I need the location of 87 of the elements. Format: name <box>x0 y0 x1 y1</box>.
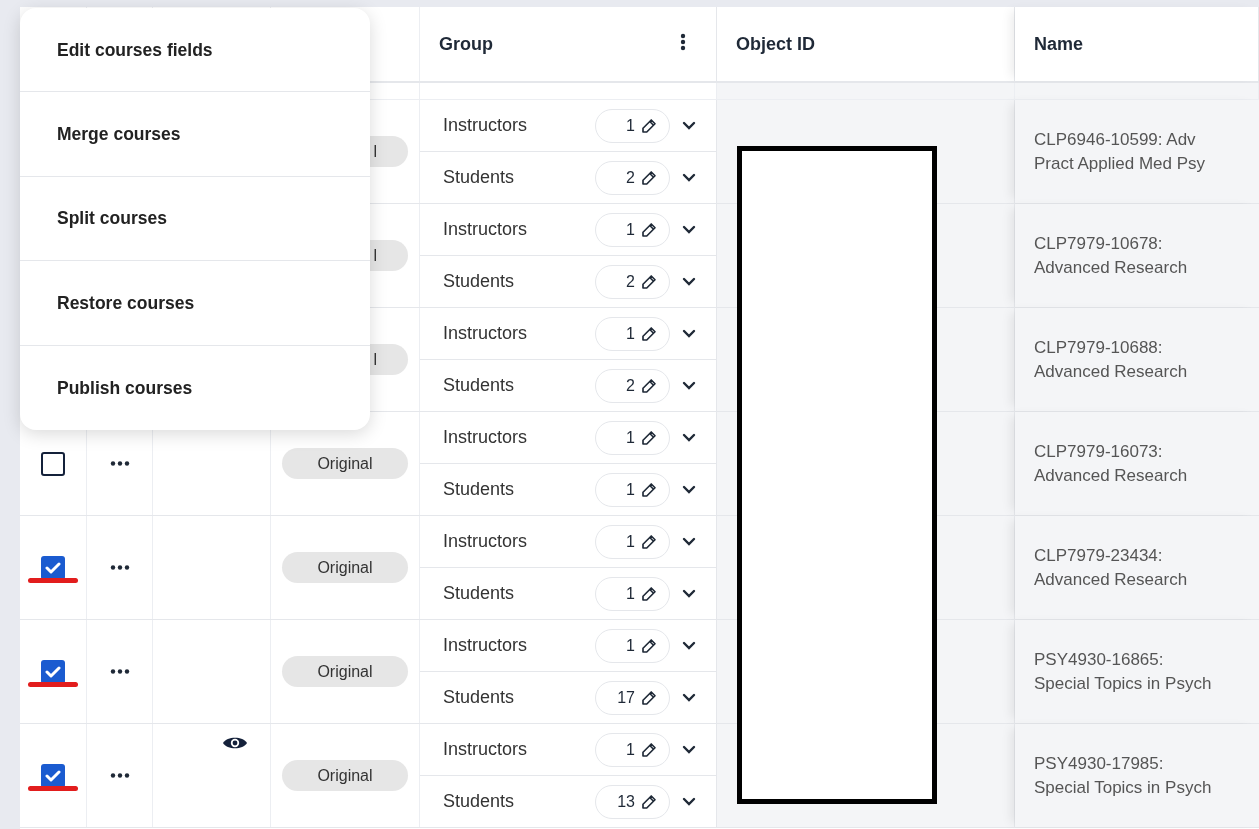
pencil-icon <box>640 584 658 603</box>
column-header[interactable]: Name <box>1034 31 1084 58</box>
pencil-icon <box>640 376 658 395</box>
pencil-icon <box>640 480 658 499</box>
course-name: CLP7979-23434: Advanced Research <box>1034 545 1189 591</box>
group-label: Students <box>443 478 516 501</box>
group-label: Students <box>443 270 516 293</box>
pencil-icon <box>640 324 658 343</box>
chevron-down-icon[interactable] <box>682 589 696 598</box>
chevron-down-icon[interactable] <box>682 381 696 390</box>
pencil-icon <box>640 688 658 707</box>
member-count-button[interactable]: 1 <box>595 732 670 767</box>
status-tag: Original <box>282 448 408 479</box>
course-name: CLP7979-10688: Advanced Research <box>1034 337 1189 383</box>
status-tag: Original <box>282 760 408 791</box>
member-count-button[interactable]: 13 <box>595 784 670 819</box>
pencil-icon <box>640 428 658 447</box>
chevron-down-icon[interactable] <box>682 797 696 806</box>
chevron-down-icon[interactable] <box>682 121 696 130</box>
course-name: CLP6946-10599: Adv Pract Applied Med Psy <box>1034 129 1207 175</box>
menu-item[interactable]: Edit courses fields <box>20 8 370 93</box>
menu-item[interactable]: Split courses <box>20 176 370 262</box>
more-options-icon[interactable] <box>109 461 130 466</box>
chevron-down-icon[interactable] <box>682 693 696 702</box>
chevron-down-icon[interactable] <box>682 277 696 286</box>
course-name: PSY4930-17985: Special Topics in Psych <box>1034 753 1213 799</box>
member-count-button[interactable]: 1 <box>595 316 670 351</box>
column-header[interactable]: Object ID <box>736 31 815 58</box>
member-count-button[interactable]: 1 <box>595 576 670 611</box>
group-label: Students <box>443 686 516 709</box>
pencil-icon <box>640 272 658 291</box>
group-label: Students <box>443 790 516 813</box>
group-label: Instructors <box>443 218 529 241</box>
pencil-icon <box>640 792 658 811</box>
member-count-button[interactable]: 1 <box>595 472 670 507</box>
checkbox[interactable] <box>41 555 65 580</box>
status-tag: Original <box>282 656 408 687</box>
group-label: Instructors <box>443 530 529 553</box>
check-icon <box>45 769 61 782</box>
group-label: Instructors <box>443 634 529 657</box>
eye-icon[interactable] <box>222 735 248 751</box>
menu-item[interactable]: Restore courses <box>20 261 370 346</box>
pencil-icon <box>640 168 658 187</box>
member-count-button[interactable]: 2 <box>595 264 670 299</box>
member-count-button[interactable]: 1 <box>595 628 670 663</box>
member-count-button[interactable]: 1 <box>595 420 670 455</box>
course-name: CLP7979-16073: Advanced Research <box>1034 441 1189 487</box>
pencil-icon <box>640 532 658 551</box>
pencil-icon <box>640 220 658 239</box>
pencil-icon <box>640 740 658 759</box>
check-icon <box>45 561 61 574</box>
course-name: PSY4930-16865: Special Topics in Psych <box>1034 649 1213 695</box>
more-options-icon[interactable] <box>109 773 130 778</box>
member-count-button[interactable]: 1 <box>595 212 670 247</box>
kebab-menu-icon[interactable] <box>680 33 686 51</box>
checkbox[interactable] <box>41 659 65 684</box>
check-icon <box>45 665 61 678</box>
chevron-down-icon[interactable] <box>682 485 696 494</box>
checkbox[interactable] <box>41 763 65 788</box>
chevron-down-icon[interactable] <box>682 641 696 650</box>
checkbox[interactable] <box>41 451 65 476</box>
column-header[interactable]: Group <box>439 31 493 58</box>
course-name: CLP7979-10678: Advanced Research <box>1034 233 1189 279</box>
chevron-down-icon[interactable] <box>682 173 696 182</box>
chevron-down-icon[interactable] <box>682 745 696 754</box>
chevron-down-icon[interactable] <box>682 329 696 338</box>
chevron-down-icon[interactable] <box>682 433 696 442</box>
more-options-icon[interactable] <box>109 565 130 570</box>
group-label: Students <box>443 582 516 605</box>
group-label: Instructors <box>443 114 529 137</box>
pencil-icon <box>640 636 658 655</box>
group-label: Instructors <box>443 426 529 449</box>
chevron-down-icon[interactable] <box>682 537 696 546</box>
group-label: Students <box>443 374 516 397</box>
member-count-button[interactable]: 17 <box>595 680 670 715</box>
more-options-icon[interactable] <box>109 669 130 674</box>
group-label: Instructors <box>443 738 529 761</box>
menu-item[interactable]: Merge courses <box>20 92 370 177</box>
member-count-button[interactable]: 1 <box>595 108 670 143</box>
pencil-icon <box>640 116 658 135</box>
status-tag: Original <box>282 552 408 583</box>
group-label: Instructors <box>443 322 529 345</box>
member-count-button[interactable]: 2 <box>595 368 670 403</box>
member-count-button[interactable]: 2 <box>595 160 670 195</box>
chevron-down-icon[interactable] <box>682 225 696 234</box>
group-label: Students <box>443 166 516 189</box>
member-count-button[interactable]: 1 <box>595 524 670 559</box>
